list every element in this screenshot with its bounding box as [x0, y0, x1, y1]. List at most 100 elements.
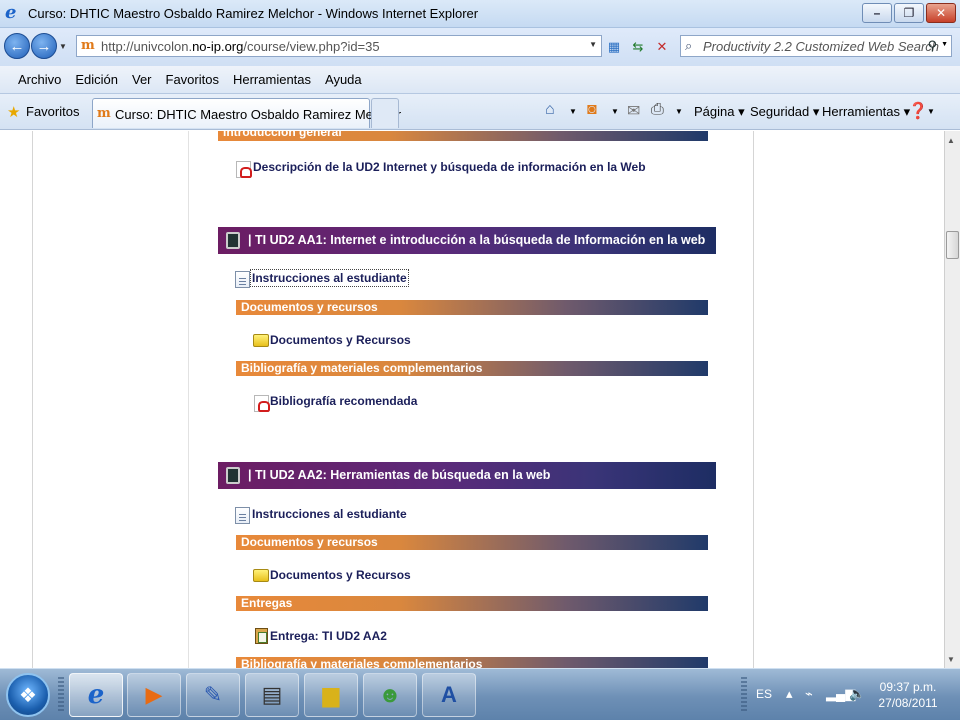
url-prefix: http://univcolon.: [101, 39, 193, 54]
document-icon: [235, 271, 250, 288]
page-menu-button[interactable]: Página ▾: [694, 104, 745, 120]
scroll-down-icon[interactable]: ▼: [947, 655, 955, 664]
taskbar-media-button[interactable]: ▶: [127, 673, 181, 717]
address-field[interactable]: m http://univcolon.no-ip.org/course/view…: [76, 35, 602, 57]
minimize-button[interactable]: –: [862, 3, 892, 23]
section-computer-icon: [226, 232, 240, 249]
media-player-icon: ▶: [145, 682, 163, 707]
new-tab-button[interactable]: [371, 98, 399, 128]
taskbar-word-button[interactable]: A: [422, 673, 476, 717]
menu-archivo[interactable]: Archivo: [18, 72, 61, 87]
word-icon: A: [441, 682, 457, 707]
folder-icon: [253, 569, 269, 582]
compatibility-view-button[interactable]: ▦: [604, 37, 624, 57]
folder-icon: ▆: [322, 682, 340, 707]
scroll-thumb[interactable]: [946, 231, 959, 259]
tab-title: Curso: DHTIC Maestro Osbaldo Ramirez Mel…: [115, 107, 402, 122]
menu-edicion[interactable]: Edición: [75, 72, 118, 87]
aa2-docs-link[interactable]: Documentos y Recursos: [270, 568, 411, 582]
vertical-scrollbar[interactable]: ▲ ▼: [944, 131, 960, 668]
search-box[interactable]: ⌕ Productivity 2.2 Customized Web Search…: [680, 35, 952, 57]
arrow-right-icon: →: [36, 37, 52, 55]
menu-ayuda[interactable]: Ayuda: [325, 72, 362, 87]
taskbar-ie-button[interactable]: e: [69, 673, 123, 717]
search-placeholder[interactable]: Productivity 2.2 Customized Web Search: [703, 39, 939, 54]
print-dropdown-icon[interactable]: ▼: [675, 107, 683, 116]
section-aa1-title-text: TI UD2 AA1: Internet e introducción a la…: [254, 233, 706, 247]
paint-icon: ✎: [203, 682, 223, 707]
tools-menu-label: Herramientas: [822, 104, 901, 119]
section-aa1-header: | TI UD2 AA1: Internet e introducción a …: [218, 227, 716, 254]
moodle-tab-icon: m: [97, 106, 111, 121]
section-aa2-title-text: TI UD2 AA2: Herramientas de búsqueda en …: [254, 468, 551, 482]
tools-menu-button[interactable]: Herramientas ▾: [822, 104, 910, 120]
taskbar-explorer-button[interactable]: ▆: [304, 673, 358, 717]
stop-button[interactable]: ✕: [652, 37, 672, 57]
page-viewport: Introducción general Descripción de la U…: [0, 131, 944, 668]
safety-menu-label: Seguridad: [750, 104, 810, 119]
compatibility-icon: ▦: [607, 39, 621, 54]
messenger-icon: ☻: [378, 682, 402, 707]
aa2-instructions-link[interactable]: Instrucciones al estudiante: [252, 507, 407, 521]
taskbar-paint-button[interactable]: ✎: [186, 673, 240, 717]
url-text[interactable]: http://univcolon.no-ip.org/course/view.p…: [101, 39, 380, 54]
aa1-instructions-link[interactable]: Instrucciones al estudiante: [250, 269, 409, 287]
aa1-biblio-header: Bibliografía y materiales complementario…: [236, 361, 708, 376]
refresh-icon: ⇆: [632, 39, 644, 54]
clock[interactable]: 09:37 p.m. 27/08/2011: [866, 679, 950, 711]
volume-icon[interactable]: 🔈: [849, 686, 865, 702]
feeds-icon[interactable]: ◙: [587, 101, 597, 119]
safety-menu-button[interactable]: Seguridad ▾: [750, 104, 819, 120]
help-dropdown-icon[interactable]: ▼: [927, 107, 935, 116]
show-hidden-icons-icon[interactable]: ▴: [786, 686, 793, 702]
menu-herramientas[interactable]: Herramientas: [233, 72, 311, 87]
moodle-site-icon: m: [81, 38, 95, 53]
tab-course[interactable]: m Curso: DHTIC Maestro Osbaldo Ramirez M…: [92, 98, 401, 128]
favorites-star-icon[interactable]: ★: [7, 103, 20, 121]
home-icon[interactable]: ⌂: [545, 101, 555, 119]
tray-grip[interactable]: [741, 677, 747, 713]
help-icon[interactable]: ❓: [908, 101, 928, 121]
language-indicator[interactable]: ES: [756, 687, 772, 701]
section-aa2-header: | TI UD2 AA2: Herramientas de búsqueda e…: [218, 462, 716, 489]
assignment-icon: [255, 628, 268, 644]
history-dropdown-icon[interactable]: ▼: [59, 42, 67, 51]
document-icon: [235, 507, 250, 524]
maximize-button[interactable]: ❐: [894, 3, 924, 23]
forward-button[interactable]: →: [31, 33, 57, 59]
search-provider-icon: ⌕: [685, 38, 693, 53]
clock-date: 27/08/2011: [878, 696, 938, 710]
aa2-delivery-link[interactable]: Entrega: TI UD2 AA2: [270, 629, 387, 643]
window-switch-icon: ▤: [261, 682, 283, 707]
mail-icon[interactable]: ✉: [627, 101, 640, 121]
start-button[interactable]: ❖: [6, 673, 50, 717]
home-dropdown-icon[interactable]: ▼: [569, 107, 577, 116]
close-button[interactable]: ✕: [926, 3, 956, 23]
window-title: Curso: DHTIC Maestro Osbaldo Ramirez Mel…: [28, 6, 479, 21]
search-options-icon[interactable]: ▼: [941, 41, 948, 48]
taskbar-messenger-button[interactable]: ☻: [363, 673, 417, 717]
url-suffix: /course/view.php?id=35: [243, 39, 380, 54]
aa1-docs-link[interactable]: Documentos y Recursos: [270, 333, 411, 347]
taskbar-window-button[interactable]: ▤: [245, 673, 299, 717]
search-icon[interactable]: ⚲: [927, 38, 937, 54]
print-icon[interactable]: ⎙: [651, 101, 664, 119]
aa2-biblio-header: Bibliografía y materiales complementario…: [236, 657, 708, 668]
pdf-icon: [236, 161, 252, 178]
address-dropdown-icon[interactable]: ▼: [589, 40, 597, 49]
scroll-up-icon[interactable]: ▲: [947, 136, 955, 145]
power-plug-icon[interactable]: ⌁: [805, 686, 813, 702]
back-button[interactable]: ←: [4, 33, 30, 59]
favorites-button[interactable]: Favoritos: [26, 104, 79, 119]
section-computer-icon: [226, 467, 240, 484]
refresh-button[interactable]: ⇆: [628, 37, 648, 57]
feeds-dropdown-icon[interactable]: ▼: [611, 107, 619, 116]
menu-ver[interactable]: Ver: [132, 72, 152, 87]
menu-favoritos[interactable]: Favoritos: [166, 72, 219, 87]
aa1-docs-header: Documentos y recursos: [236, 300, 708, 315]
folder-icon: [253, 334, 269, 347]
taskbar-grip[interactable]: [58, 677, 64, 713]
aa1-biblio-link[interactable]: Bibliografía recomendada: [270, 394, 417, 408]
intro-resource-link[interactable]: Descripción de la UD2 Internet y búsqued…: [253, 160, 646, 174]
page-menu-label: Página: [694, 104, 735, 119]
